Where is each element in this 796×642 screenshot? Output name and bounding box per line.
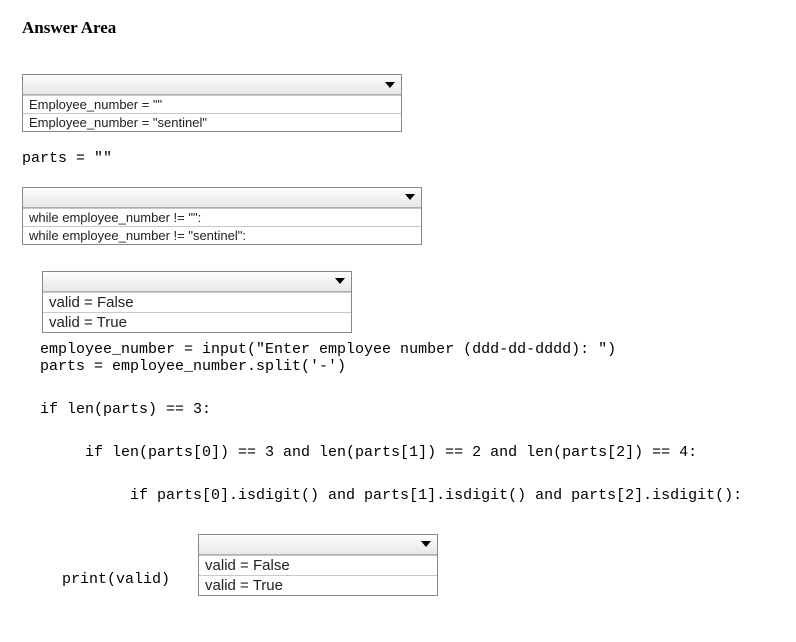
dropdown-header[interactable]	[23, 75, 401, 95]
dropdown-option[interactable]: valid = True	[43, 312, 351, 332]
dropdown-option[interactable]: valid = True	[199, 575, 437, 595]
dropdown-header[interactable]	[199, 535, 437, 555]
dropdown-option[interactable]: while employee_number != "sentinel":	[23, 226, 421, 244]
chevron-down-icon	[333, 276, 347, 286]
code-if-isdigit: if parts[0].isdigit() and parts[1].isdig…	[22, 487, 774, 504]
dropdown-option[interactable]: Employee_number = ""	[23, 95, 401, 113]
code-parts-init: parts = ""	[22, 148, 774, 171]
dropdown-header[interactable]	[43, 272, 351, 292]
dropdown-employee-number-init[interactable]: Employee_number = "" Employee_number = "…	[22, 74, 402, 132]
dropdown-header[interactable]	[23, 188, 421, 208]
dropdown-option[interactable]: while employee_number != "":	[23, 208, 421, 226]
code-input-line: employee_number = input("Enter employee …	[22, 341, 774, 358]
dropdown-valid-init[interactable]: valid = False valid = True	[42, 271, 352, 333]
chevron-down-icon	[419, 539, 433, 549]
dropdown-option[interactable]: valid = False	[199, 555, 437, 575]
code-print-valid: print(valid)	[62, 569, 170, 596]
code-if-len-parts: if len(parts) == 3:	[22, 401, 774, 418]
dropdown-option[interactable]: Employee_number = "sentinel"	[23, 113, 401, 131]
dropdown-valid-set[interactable]: valid = False valid = True	[198, 534, 438, 596]
dropdown-option[interactable]: valid = False	[43, 292, 351, 312]
chevron-down-icon	[403, 192, 417, 202]
dropdown-while-condition[interactable]: while employee_number != "": while emplo…	[22, 187, 422, 245]
code-if-len-subparts: if len(parts[0]) == 3 and len(parts[1]) …	[22, 444, 774, 461]
chevron-down-icon	[383, 80, 397, 90]
bottom-row: print(valid) valid = False valid = True	[22, 534, 774, 596]
answer-area-title: Answer Area	[22, 18, 774, 38]
code-split-line: parts = employee_number.split('-')	[22, 358, 774, 375]
